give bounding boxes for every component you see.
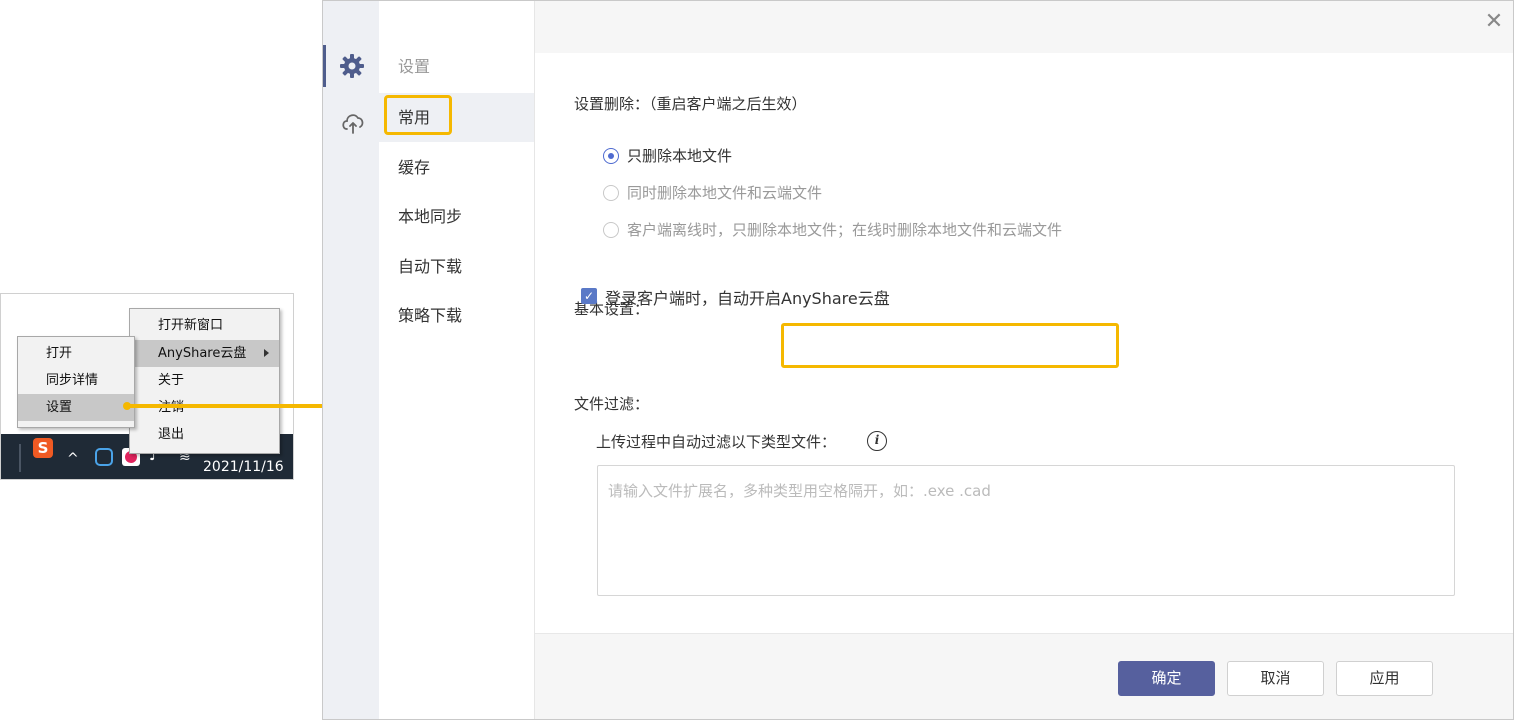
tray-menu-snippet: S ^ ♪ ≋ 2021/11/16 打开新窗口 AnyShare云盘 关于 注… xyxy=(0,293,294,480)
nav-item-auto-download[interactable]: 自动下载 xyxy=(379,242,534,291)
radio-label: 同时删除本地文件和云端文件 xyxy=(627,184,823,202)
settings-dialog: 设置 常用 缓存 本地同步 自动下载 策略下载 ✕ 设置删除：（重启客户端之后生… xyxy=(322,0,1514,720)
file-filter-label: 文件过滤： xyxy=(574,395,650,413)
confirm-button[interactable]: 确定 xyxy=(1118,661,1215,696)
auto-start-highlight-box xyxy=(781,323,1119,368)
nav-highlight-box xyxy=(384,95,452,135)
radio-unselected-icon xyxy=(603,222,619,238)
delete-settings-label: 设置删除：（重启客户端之后生效） xyxy=(574,95,807,113)
file-extension-input[interactable] xyxy=(597,465,1455,596)
anyshare-tray-icon[interactable] xyxy=(95,448,113,466)
close-icon[interactable]: ✕ xyxy=(1483,11,1505,33)
taskbar-clock[interactable]: 2021/11/16 xyxy=(203,459,284,475)
menu-item-about[interactable]: 关于 xyxy=(130,367,279,394)
radio-label: 只删除本地文件 xyxy=(627,147,733,165)
gear-icon[interactable] xyxy=(339,53,365,83)
nav-item-local-sync[interactable]: 本地同步 xyxy=(379,192,534,241)
taskbar-divider xyxy=(19,444,21,472)
radio-unselected-icon xyxy=(603,185,619,201)
nav-item-policy-download[interactable]: 策略下载 xyxy=(379,291,534,340)
rail-active-indicator xyxy=(323,45,326,87)
cancel-button[interactable]: 取消 xyxy=(1227,661,1324,696)
tray-context-menu: 打开 同步详情 设置 xyxy=(17,336,135,428)
menu-item-sync-details[interactable]: 同步详情 xyxy=(18,367,134,394)
sogou-input-icon[interactable]: S xyxy=(33,438,53,458)
dialog-footer: 确定 取消 应用 xyxy=(535,633,1513,719)
nav-title: 设置 xyxy=(398,57,431,76)
anyshare-submenu: 打开新窗口 AnyShare云盘 关于 注销 退出 xyxy=(129,308,280,454)
radio-selected-icon xyxy=(603,148,619,164)
apply-button[interactable]: 应用 xyxy=(1336,661,1433,696)
radio-label: 客户端离线时，只删除本地文件；在线时删除本地文件和云端文件 xyxy=(627,221,1063,239)
icon-rail xyxy=(323,1,379,719)
menu-item-anyshare-label: AnyShare云盘 xyxy=(158,346,247,361)
submenu-arrow-icon xyxy=(264,349,269,357)
auto-start-label[interactable]: 登录客户端时，自动开启AnyShare云盘 xyxy=(605,285,890,309)
cloud-upload-icon[interactable] xyxy=(340,109,366,139)
tray-chevron-icon[interactable]: ^ xyxy=(67,450,79,468)
menu-item-open-new-window[interactable]: 打开新窗口 xyxy=(130,312,279,339)
file-filter-sublabel: 上传过程中自动过滤以下类型文件： xyxy=(596,433,837,451)
nav-item-cache[interactable]: 缓存 xyxy=(379,143,534,192)
menu-item-open[interactable]: 打开 xyxy=(18,340,134,367)
info-icon[interactable]: i xyxy=(867,431,887,451)
menu-item-anyshare[interactable]: AnyShare云盘 xyxy=(130,340,279,367)
auto-start-checkbox[interactable]: ✓ xyxy=(581,288,597,304)
menu-item-settings[interactable]: 设置 xyxy=(18,394,134,421)
menu-item-exit[interactable]: 退出 xyxy=(130,421,279,448)
